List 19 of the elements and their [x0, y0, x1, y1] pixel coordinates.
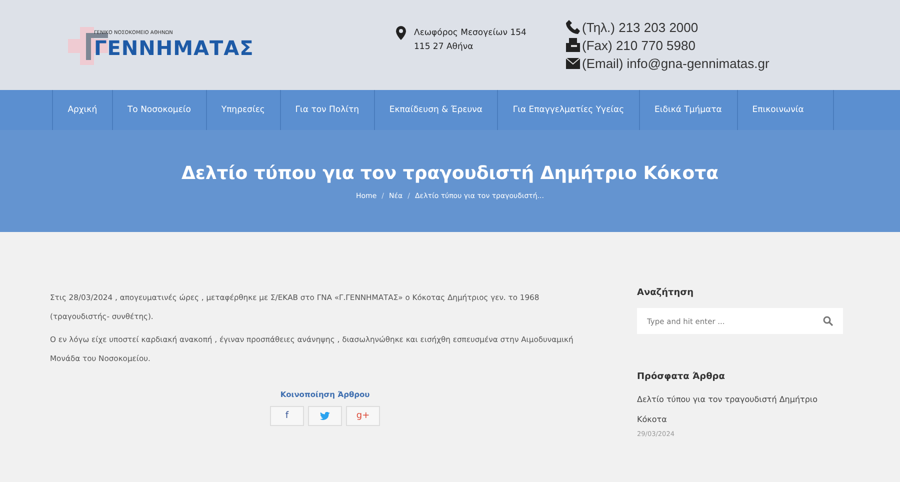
envelope-icon [566, 58, 580, 68]
fax-icon [566, 38, 580, 52]
map-pin-icon [396, 26, 406, 40]
contact-text: (Τηλ.) 213 203 2000 [582, 20, 698, 34]
phone-icon [566, 20, 580, 34]
recent-article-link[interactable]: Δελτίο τύπου για τον τραγουδιστή Δημήτριο Κόκοτα [637, 390, 843, 430]
address-line: 115 27 Αθήνα [414, 41, 474, 54]
bird-icon [320, 412, 330, 420]
widget-title: Αναζήτηση [637, 288, 695, 298]
widget-title: Πρόσφατα Άρθρα [637, 372, 726, 382]
logo-title: ΓΕΝΝΗΜΑΤΑΣ [94, 36, 254, 60]
contact-text: (Fax) 210 770 5980 [582, 38, 696, 52]
address-line: Λεωφόρος Μεσογείων 154 [414, 27, 526, 40]
share-button[interactable]: f [270, 406, 304, 426]
share-button[interactable]: g+ [346, 406, 380, 426]
search-icon[interactable] [823, 316, 833, 326]
share-button[interactable] [308, 406, 342, 426]
page-title: Δελτίο τύπου για τον τραγουδιστή Δημήτριο Κόκοτα [181, 162, 719, 184]
contact-text: (Email) info@gna-gennimatas.gr [582, 56, 770, 70]
